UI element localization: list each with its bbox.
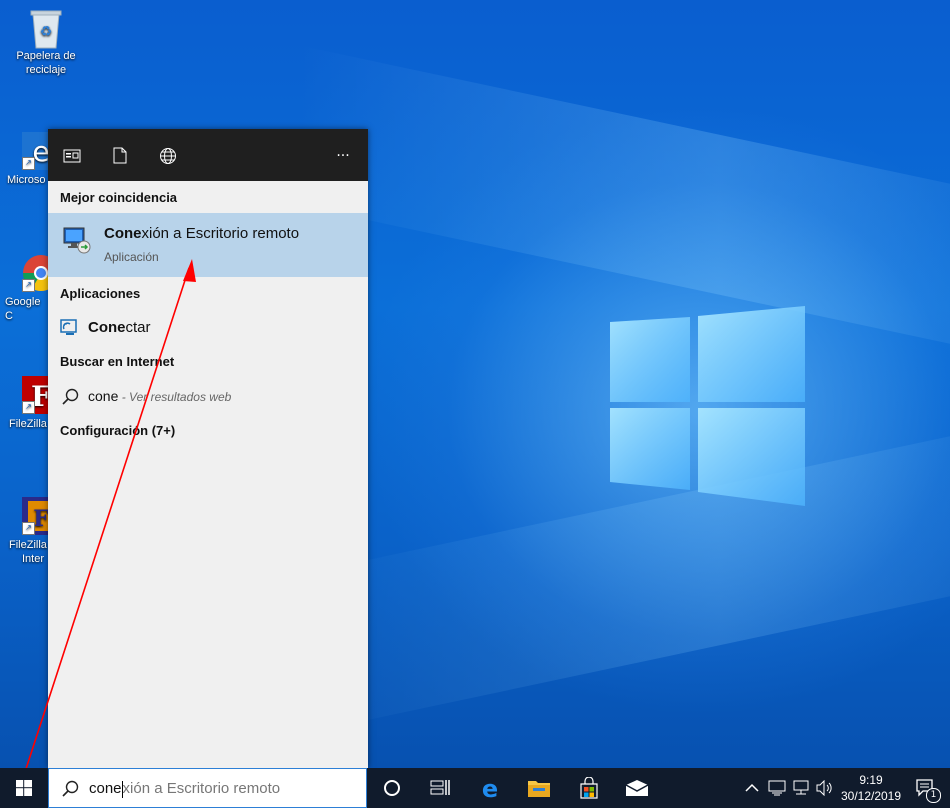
more-options-button[interactable]: ··· — [332, 145, 354, 167]
svg-text:e: e — [482, 776, 498, 800]
store-bag-icon — [580, 776, 598, 799]
remote-desktop-icon — [62, 225, 92, 255]
taskbar-search-box[interactable]: conexión a Escritorio remoto — [48, 768, 367, 808]
mail-button[interactable] — [625, 776, 649, 800]
clock-time: 9:19 — [859, 773, 883, 787]
file-explorer-button[interactable] — [527, 776, 551, 800]
desktop-icon-filezilla[interactable]: F ↗ FileZilla — [0, 376, 60, 431]
app-result-conectar[interactable]: Conectar — [48, 312, 368, 344]
desktop-icon-filezilla-server[interactable]: F ↗ FileZilla Inter — [0, 497, 60, 566]
search-filter-toolbar: ··· — [48, 129, 368, 181]
windows-start-icon — [16, 780, 32, 796]
keyboard-icon — [768, 780, 786, 796]
desktop-icon-label: Inter — [22, 553, 45, 565]
best-match-subtitle: Aplicación — [104, 250, 159, 264]
recycle-bin-icon: ♻ — [27, 8, 65, 49]
start-search-panel: ··· Mejor coincidencia Conexión a Escrit… — [48, 129, 368, 768]
folder-icon — [528, 781, 550, 797]
edge-icon: e — [482, 775, 498, 803]
shortcut-arrow-icon: ↗ — [22, 401, 35, 414]
web-search-heading: Buscar en Internet — [60, 354, 175, 369]
svg-text:♻: ♻ — [40, 23, 53, 39]
desktop-icon-label: FileZilla — [9, 539, 47, 551]
search-icon — [61, 388, 79, 406]
volume-button[interactable] — [813, 776, 837, 800]
web-search-result[interactable]: cone - Ver resultados web — [48, 381, 368, 413]
web-filter-icon[interactable] — [157, 145, 179, 167]
search-icon — [62, 780, 79, 797]
desktop-icon-recycle-bin[interactable]: ♻ Papelera de reciclaje — [6, 8, 86, 77]
settings-heading[interactable]: Configuración (7+) — [48, 423, 175, 438]
mail-icon — [625, 780, 649, 796]
taskbar: conexión a Escritorio remoto e 9:19 30/1… — [0, 768, 950, 808]
desktop-icon-chrome[interactable]: ↗ Google C — [0, 254, 60, 323]
best-match-result[interactable]: Conexión a Escritorio remoto Aplicación — [48, 213, 368, 277]
show-hidden-icons-button[interactable] — [740, 776, 764, 800]
web-search-label: cone - Ver resultados web — [88, 388, 232, 404]
best-match-heading: Mejor coincidencia — [60, 190, 178, 205]
apps-filter-icon[interactable] — [61, 145, 83, 167]
desktop-icon-edge[interactable]: e ↗ Microso — [0, 132, 60, 187]
task-view-icon — [430, 780, 450, 795]
chevron-up-icon — [745, 783, 759, 792]
search-input[interactable]: conexión a Escritorio remoto — [89, 780, 280, 798]
documents-filter-icon[interactable] — [109, 145, 131, 167]
connect-app-icon — [60, 319, 78, 337]
speaker-icon — [816, 779, 832, 797]
action-center-button[interactable]: 1 — [914, 776, 941, 803]
clock-date: 30/12/2019 — [840, 789, 902, 803]
network-icon — [793, 780, 809, 795]
desktop-icon-label: Papelera de reciclaje — [16, 50, 76, 76]
windows-logo — [610, 306, 805, 506]
desktop-icon-label: FileZilla — [9, 418, 47, 430]
desktop-icon-label: Google C — [5, 296, 41, 322]
shortcut-arrow-icon: ↗ — [22, 279, 35, 292]
desktop-icon-label: Microso — [7, 174, 46, 186]
app-result-label: Conectar — [88, 319, 151, 336]
start-button[interactable] — [0, 768, 48, 808]
shortcut-arrow-icon: ↗ — [22, 157, 35, 170]
network-button[interactable] — [789, 776, 813, 800]
apps-heading: Aplicaciones — [60, 286, 141, 301]
best-match-title: Conexión a Escritorio remoto — [104, 225, 300, 242]
task-view-button[interactable] — [428, 776, 452, 800]
edge-taskbar-button[interactable]: e — [478, 775, 502, 803]
store-button[interactable] — [577, 776, 601, 800]
shortcut-arrow-icon: ↗ — [22, 522, 35, 535]
notification-count-badge: 1 — [926, 788, 941, 803]
cortana-circle-icon — [384, 780, 400, 796]
input-indicator-button[interactable] — [765, 776, 789, 800]
taskbar-clock[interactable]: 9:19 30/12/2019 — [836, 772, 906, 804]
cortana-button[interactable] — [380, 776, 404, 800]
svg-text:F: F — [33, 506, 49, 532]
